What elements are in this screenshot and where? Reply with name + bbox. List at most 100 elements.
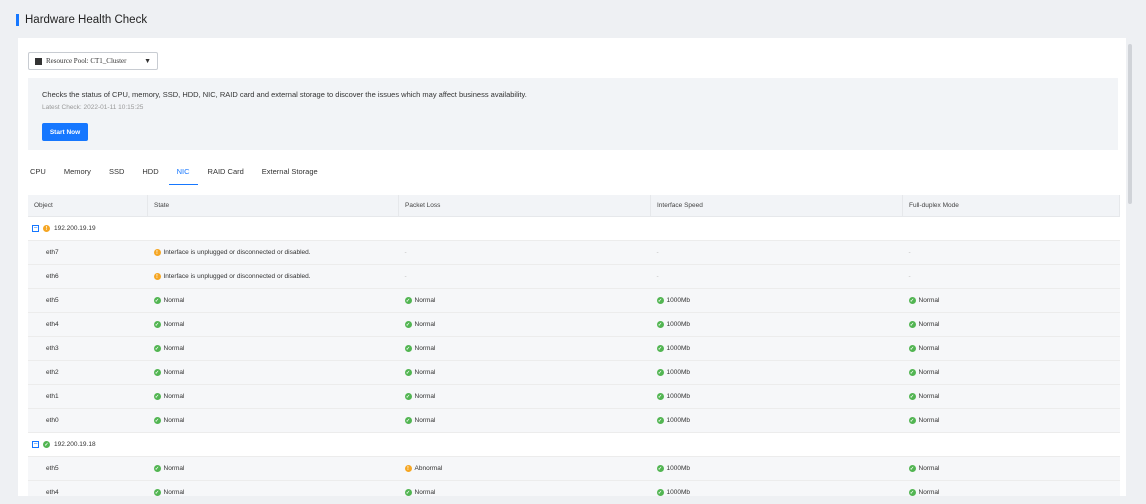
interface-speed-cell: ✓ 1000Mb <box>650 480 903 496</box>
check-circle-icon: ✓ <box>153 417 161 424</box>
interface-speed-cell: ✓ 1000Mb <box>650 336 903 361</box>
full-duplex-cell-text: Normal <box>918 345 940 352</box>
interface-speed-cell-text: - <box>656 273 659 280</box>
state-cell: ✓ Normal <box>147 288 399 313</box>
check-circle-icon: ✓ <box>404 321 412 328</box>
check-circle-icon: ✓ <box>404 393 412 400</box>
packet-loss-cell: - <box>398 240 651 265</box>
interface-speed-cell-text: 1000Mb <box>666 393 691 400</box>
packet-loss-cell: ✓ Normal <box>398 360 651 385</box>
check-circle-icon: ✓ <box>43 441 50 448</box>
resource-pool-select[interactable]: Resource Pool: CT1_Cluster ▼ <box>28 52 158 70</box>
state-cell: ✓ Normal <box>147 384 399 409</box>
full-duplex-cell: ✓ Normal <box>902 312 1120 337</box>
interface-speed-cell: ✓ 1000Mb <box>650 360 903 385</box>
full-duplex-cell-text: Normal <box>918 417 940 424</box>
column-header-interface-speed: Interface Speed <box>650 195 903 217</box>
check-circle-icon: ✓ <box>404 369 412 376</box>
check-circle-icon: ✓ <box>656 393 664 400</box>
state-cell-text: Normal <box>163 369 185 376</box>
tab-memory[interactable]: Memory <box>64 165 91 185</box>
tab-ssd[interactable]: SSD <box>109 165 124 185</box>
column-header-object: Object <box>28 195 148 217</box>
full-duplex-cell: ✓ Normal <box>902 360 1120 385</box>
interface-name: eth6 <box>28 264 148 289</box>
full-duplex-cell-text: Normal <box>918 489 940 496</box>
table-row[interactable]: eth5 ✓ Normal! Abnormal ✓ 1000Mb ✓ Normal <box>28 456 1120 481</box>
table-row[interactable]: eth6! Interface is unplugged or disconnec… <box>28 264 1120 289</box>
packet-loss-cell-text: Abnormal <box>414 465 443 472</box>
table-row[interactable]: eth7! Interface is unplugged or disconnec… <box>28 240 1120 265</box>
packet-loss-cell-text: Normal <box>414 393 436 400</box>
full-duplex-cell: - <box>902 264 1120 289</box>
state-cell-text: Interface is unplugged or disconnected o… <box>163 273 311 280</box>
tab-cpu[interactable]: CPU <box>30 165 46 185</box>
check-circle-icon: ✓ <box>908 321 916 328</box>
interface-speed-cell-text: 1000Mb <box>666 417 691 424</box>
state-cell: ✓ Normal <box>147 312 399 337</box>
vertical-scrollbar[interactable] <box>1128 44 1132 204</box>
full-duplex-cell-text: Normal <box>918 465 940 472</box>
interface-speed-cell-text: - <box>656 249 659 256</box>
interface-name: eth7 <box>28 240 148 265</box>
warning-circle-icon: ! <box>153 273 161 280</box>
interface-name: eth5 <box>28 288 148 313</box>
interface-speed-cell-text: 1000Mb <box>666 345 691 352</box>
interface-speed-cell: ✓ 1000Mb <box>650 384 903 409</box>
packet-loss-cell: ! Abnormal <box>398 456 651 481</box>
state-cell-text: Normal <box>163 465 185 472</box>
tab-raid-card[interactable]: RAID Card <box>208 165 244 185</box>
table-row[interactable]: eth3 ✓ Normal ✓ Normal ✓ 1000Mb ✓ Normal <box>28 336 1120 361</box>
resource-pool-icon <box>35 57 42 65</box>
table-row[interactable]: eth0 ✓ Normal ✓ Normal ✓ 1000Mb ✓ Normal <box>28 408 1120 433</box>
table-row[interactable]: eth1 ✓ Normal ✓ Normal ✓ 1000Mb ✓ Normal <box>28 384 1120 409</box>
chevron-down-icon: ▼ <box>144 57 151 65</box>
full-duplex-cell-text: Normal <box>918 321 940 328</box>
check-circle-icon: ✓ <box>153 489 161 496</box>
packet-loss-cell: ✓ Normal <box>398 288 651 313</box>
state-cell: ✓ Normal <box>147 360 399 385</box>
table-row[interactable]: eth5 ✓ Normal ✓ Normal ✓ 1000Mb ✓ Normal <box>28 288 1120 313</box>
tab-hdd[interactable]: HDD <box>142 165 158 185</box>
start-now-button[interactable]: Start Now <box>42 123 88 141</box>
packet-loss-cell-text: Normal <box>414 321 436 328</box>
tab-nic[interactable]: NIC <box>168 165 198 185</box>
host-group-row[interactable]: − ✓ 192.200.19.18 <box>28 432 1120 457</box>
interface-name: eth5 <box>28 456 148 481</box>
state-cell: ! Interface is unplugged or disconnected … <box>147 264 399 289</box>
check-circle-icon: ✓ <box>404 417 412 424</box>
check-circle-icon: ✓ <box>656 297 664 304</box>
interface-name: eth3 <box>28 336 148 361</box>
full-duplex-cell: ✓ Normal <box>902 408 1120 433</box>
full-duplex-cell: - <box>902 240 1120 265</box>
table-row[interactable]: eth4 ✓ Normal ✓ Normal ✓ 1000Mb ✓ Normal <box>28 480 1120 496</box>
check-description: Checks the status of CPU, memory, SSD, H… <box>42 90 527 99</box>
state-cell-text: Normal <box>163 417 185 424</box>
packet-loss-cell-text: - <box>404 273 407 280</box>
check-circle-icon: ✓ <box>656 321 664 328</box>
nic-table: Object State Packet Loss Interface Speed… <box>28 195 1120 496</box>
full-duplex-cell: ✓ Normal <box>902 336 1120 361</box>
packet-loss-cell: ✓ Normal <box>398 384 651 409</box>
state-cell: ✓ Normal <box>147 408 399 433</box>
interface-speed-cell-text: 1000Mb <box>666 465 691 472</box>
warning-circle-icon: ! <box>404 465 412 472</box>
full-duplex-cell: ✓ Normal <box>902 480 1120 496</box>
packet-loss-cell-text: Normal <box>414 345 436 352</box>
interface-name: eth4 <box>28 480 148 496</box>
interface-speed-cell-text: 1000Mb <box>666 297 691 304</box>
check-circle-icon: ✓ <box>908 345 916 352</box>
check-circle-icon: ✓ <box>908 393 916 400</box>
state-cell: ✓ Normal <box>147 336 399 361</box>
warning-circle-icon: ! <box>153 249 161 256</box>
page-header: Hardware Health Check <box>16 14 147 26</box>
host-group-row[interactable]: −! 192.200.19.19 <box>28 216 1120 241</box>
packet-loss-cell: - <box>398 264 651 289</box>
check-circle-icon: ✓ <box>153 393 161 400</box>
table-row[interactable]: eth4 ✓ Normal ✓ Normal ✓ 1000Mb ✓ Normal <box>28 312 1120 337</box>
interface-name: eth4 <box>28 312 148 337</box>
collapse-icon[interactable]: − <box>32 225 39 232</box>
tab-external-storage[interactable]: External Storage <box>262 165 318 185</box>
collapse-icon[interactable]: − <box>32 441 39 448</box>
table-row[interactable]: eth2 ✓ Normal ✓ Normal ✓ 1000Mb ✓ Normal <box>28 360 1120 385</box>
